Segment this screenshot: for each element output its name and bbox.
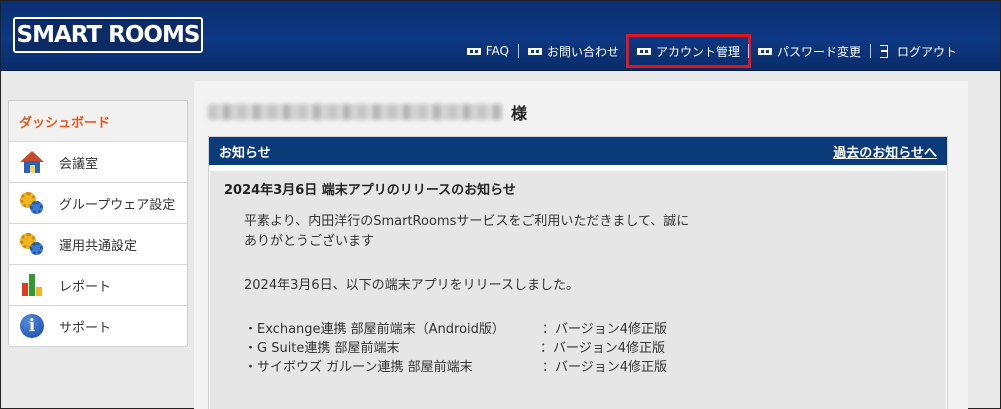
nav-faq[interactable]: FAQ — [458, 40, 518, 62]
smartrooms-logo[interactable]: SMART ROOMS — [13, 17, 203, 53]
info-icon: i — [19, 313, 45, 339]
sidebar-item-groupware-settings[interactable]: グループウェア設定 — [9, 183, 187, 224]
list-item-version: ：バージョン4修正版 — [540, 341, 666, 356]
nav-password-change[interactable]: パスワード変更 — [749, 40, 870, 62]
list-item-name: ・Exchange連携 部屋前端末（Android版） — [244, 322, 505, 337]
sidebar-item-report[interactable]: レポート — [9, 265, 187, 306]
article-paragraph: ありがとうございます — [244, 234, 375, 249]
nav-password-change-label: パスワード変更 — [776, 44, 861, 59]
nav-faq-label: FAQ — [485, 44, 509, 58]
notice-panel: お知らせ 過去のお知らせへ 2024年3月6日 端末アプリのリリースのお知らせ … — [208, 136, 948, 409]
gears-icon — [19, 190, 45, 216]
article-title: 2024年3月6日 端末アプリのリリースのお知らせ — [224, 183, 516, 198]
nav-logout-label: ログアウト — [896, 44, 957, 59]
app-header: SMART ROOMS FAQ お問い合わせ アカウント管理 パスワード変更 ロ… — [1, 1, 1000, 71]
sidebar-item-meeting-rooms[interactable]: 会議室 — [9, 142, 187, 183]
sidebar-item-dashboard[interactable]: ダッシュボード — [9, 101, 187, 142]
house-icon — [19, 149, 45, 175]
past-notices-link[interactable]: 過去のお知らせへ — [833, 142, 937, 161]
nav-account-management-label: アカウント管理 — [655, 44, 740, 59]
card-icon — [527, 47, 542, 55]
sidebar-item-label: グループウェア設定 — [59, 197, 176, 213]
list-item-version: ：バージョン4修正版 — [542, 322, 668, 337]
honorific: 様 — [511, 104, 528, 123]
list-item: ・G Suite連携 部屋前端末 ：バージョン4修正版 — [224, 339, 932, 358]
notice-body: 2024年3月6日 端末アプリのリリースのお知らせ 平素より、内田洋行のSmar… — [210, 171, 946, 409]
list-item-name: ・サイボウズ ガルーン連携 部屋前端末 — [244, 360, 473, 375]
notice-title: お知らせ — [219, 145, 271, 161]
redacted-user-name — [208, 104, 503, 120]
sidebar-item-label: レポート — [59, 279, 112, 295]
card-icon — [757, 47, 772, 55]
bar-chart-icon — [19, 272, 45, 298]
main-content: 様 お知らせ 過去のお知らせへ 2024年3月6日 端末アプリのリリースのお知ら… — [194, 81, 968, 409]
gears-icon — [19, 231, 45, 257]
sidebar-item-common-settings[interactable]: 運用共通設定 — [9, 224, 187, 265]
sidebar-item-support[interactable]: i サポート — [9, 306, 187, 347]
sidebar-item-label: 会議室 — [59, 156, 99, 172]
sidebar: ダッシュボード 会議室 グループウェア設定 運用共通設定 レポート i サポート — [8, 100, 188, 347]
nav-logout[interactable]: ログアウト — [871, 40, 966, 62]
card-icon — [636, 47, 651, 55]
article-paragraph: 2024年3月6日、以下の端末アプリをリリースしました。 — [244, 278, 579, 293]
notice-header: お知らせ 過去のお知らせへ — [209, 137, 947, 165]
top-nav: FAQ お問い合わせ アカウント管理 パスワード変更 ログアウト — [458, 34, 966, 68]
user-greeting: 様 — [208, 101, 527, 123]
article-paragraph: 平素より、内田洋行のSmartRoomsサービスをご利用いただきまして、誠に — [244, 214, 690, 229]
logout-icon — [879, 45, 892, 58]
list-item: ・Exchange連携 部屋前端末（Android版） ：バージョン4修正版 — [224, 320, 932, 339]
sidebar-item-label: サポート — [59, 320, 112, 336]
list-item-name: ・G Suite連携 部屋前端末 — [244, 341, 400, 356]
list-item-version: ：バージョン4修正版 — [542, 360, 668, 375]
sidebar-item-label: ダッシュボード — [19, 115, 111, 131]
nav-account-management[interactable]: アカウント管理 — [625, 34, 751, 68]
list-item: ・サイボウズ ガルーン連携 部屋前端末 ：バージョン4修正版 — [224, 358, 932, 377]
nav-contact[interactable]: お問い合わせ — [519, 40, 628, 62]
nav-contact-label: お問い合わせ — [546, 44, 619, 59]
logo-text: SMART ROOMS — [16, 21, 201, 48]
card-icon — [466, 47, 481, 55]
release-list: ・Exchange連携 部屋前端末（Android版） ：バージョン4修正版 ・… — [224, 320, 932, 377]
sidebar-item-label: 運用共通設定 — [59, 238, 138, 254]
